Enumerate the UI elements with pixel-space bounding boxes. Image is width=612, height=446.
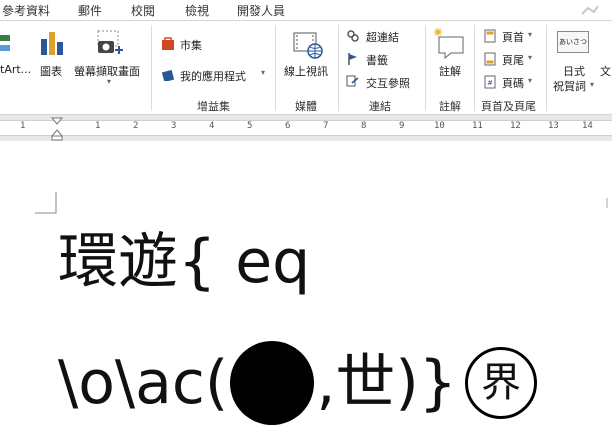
online-video-button[interactable]: 線上視訊 xyxy=(284,63,328,79)
media-group-label: 媒體 xyxy=(295,100,317,113)
ruler-number: 8 xyxy=(361,121,367,131)
hyperlink-button[interactable]: 超連結 xyxy=(366,29,399,45)
ruler-number: 11 xyxy=(472,121,483,131)
svg-text:#: # xyxy=(487,79,493,87)
greeting-button-label[interactable]: 日式 xyxy=(563,63,585,79)
bookmark-button[interactable]: 書籤 xyxy=(366,52,388,68)
ribbon: tArt... 圖表 螢幕擷取畫面 ▾ 市集 我的應用程式 ▾ 增益集 線上視訊… xyxy=(0,21,612,115)
ruler-number: 1 xyxy=(20,121,26,131)
filled-circle-icon xyxy=(230,341,315,425)
tab-developer[interactable]: 開發人員 xyxy=(237,2,285,19)
tab-view[interactable]: 檢視 xyxy=(185,2,209,19)
ruler-number: 3 xyxy=(171,121,177,131)
links-group-label: 連結 xyxy=(369,100,391,113)
store-icon[interactable] xyxy=(161,36,175,50)
bookmark-icon[interactable] xyxy=(346,52,360,66)
separator xyxy=(151,25,152,111)
footer-button[interactable]: 頁尾 xyxy=(502,52,524,68)
ruler-number: 14 xyxy=(582,121,593,131)
ruler-number: 4 xyxy=(209,121,215,131)
hyperlink-icon[interactable] xyxy=(346,29,360,43)
ruler-number: 1 xyxy=(95,121,101,131)
ruler-number: 9 xyxy=(399,121,405,131)
page-number-icon[interactable]: # xyxy=(484,75,496,89)
cross-reference-button[interactable]: 交互參照 xyxy=(366,75,410,91)
tab-references[interactable]: 參考資料 xyxy=(2,2,50,19)
comments-group-label: 註解 xyxy=(439,100,461,113)
ruler-number: 13 xyxy=(548,121,559,131)
addins-group-label: 增益集 xyxy=(197,100,230,113)
chart-button[interactable]: 圖表 xyxy=(40,63,62,79)
header-dropdown-icon[interactable]: ▾ xyxy=(528,30,532,39)
screenshot-dropdown-icon[interactable]: ▾ xyxy=(107,77,111,86)
greeting-dropdown-icon[interactable]: ▾ xyxy=(590,80,594,89)
text-button[interactable]: 文 xyxy=(600,63,611,79)
separator xyxy=(338,25,339,111)
ruler-number: 5 xyxy=(247,121,253,131)
page-number-dropdown-icon[interactable]: ▾ xyxy=(528,76,532,85)
ruler-number: 10 xyxy=(434,121,445,131)
document-line-1[interactable]: 環遊{ eq xyxy=(58,227,310,297)
margin-corner-mark xyxy=(35,192,57,214)
online-video-icon[interactable] xyxy=(293,29,323,59)
ruler-number: 6 xyxy=(285,121,291,131)
separator xyxy=(474,25,475,111)
enclosed-character: 界 xyxy=(464,347,537,419)
ruler-number: 12 xyxy=(510,121,521,131)
header-button[interactable]: 頁首 xyxy=(502,29,524,45)
tell-me-icon[interactable] xyxy=(578,2,600,18)
comment-icon[interactable] xyxy=(433,27,465,59)
ruler-number: 2 xyxy=(133,121,139,131)
header-icon[interactable] xyxy=(484,29,496,43)
my-apps-button[interactable]: 我的應用程式 xyxy=(180,68,246,84)
footer-dropdown-icon[interactable]: ▾ xyxy=(528,53,532,62)
ruler-number: 7 xyxy=(323,121,329,131)
greeting-button-label2[interactable]: 祝賀詞 xyxy=(553,78,586,94)
separator xyxy=(275,25,276,111)
smartart-icon[interactable] xyxy=(0,31,14,55)
my-apps-icon[interactable] xyxy=(161,67,175,81)
footer-icon[interactable] xyxy=(484,52,496,66)
separator xyxy=(546,25,547,111)
document-line-2[interactable]: \o\ac( ,世)} 界 xyxy=(58,341,537,425)
smartart-button[interactable]: tArt... xyxy=(0,63,31,76)
comment-button[interactable]: 註解 xyxy=(439,63,461,79)
header-footer-group-label: 頁首及頁尾 xyxy=(481,100,536,113)
margin-corner-mark-right xyxy=(606,198,608,208)
tab-review[interactable]: 校閱 xyxy=(131,2,155,19)
chart-icon[interactable] xyxy=(40,29,64,57)
ribbon-tabs: 參考資料 郵件 校閱 檢視 開發人員 xyxy=(0,0,612,21)
indent-marker-icon[interactable] xyxy=(51,117,63,141)
screenshot-icon[interactable] xyxy=(95,29,125,59)
separator xyxy=(425,25,426,111)
page-number-button[interactable]: 頁碼 xyxy=(502,75,524,91)
field-code-text-2: ,世)} xyxy=(316,348,457,418)
store-button[interactable]: 市集 xyxy=(180,37,202,53)
field-code-text: \o\ac( xyxy=(58,348,229,418)
document-page[interactable]: 環遊{ eq \o\ac( ,世)} 界 xyxy=(0,141,612,446)
cross-reference-icon[interactable] xyxy=(346,74,360,88)
greeting-icon[interactable]: あいさつ xyxy=(557,31,589,53)
horizontal-ruler[interactable]: 1 1 2 3 4 5 6 7 8 9 10 11 12 13 14 xyxy=(0,115,612,141)
my-apps-dropdown-icon[interactable]: ▾ xyxy=(261,68,265,77)
tab-mailings[interactable]: 郵件 xyxy=(78,2,102,19)
